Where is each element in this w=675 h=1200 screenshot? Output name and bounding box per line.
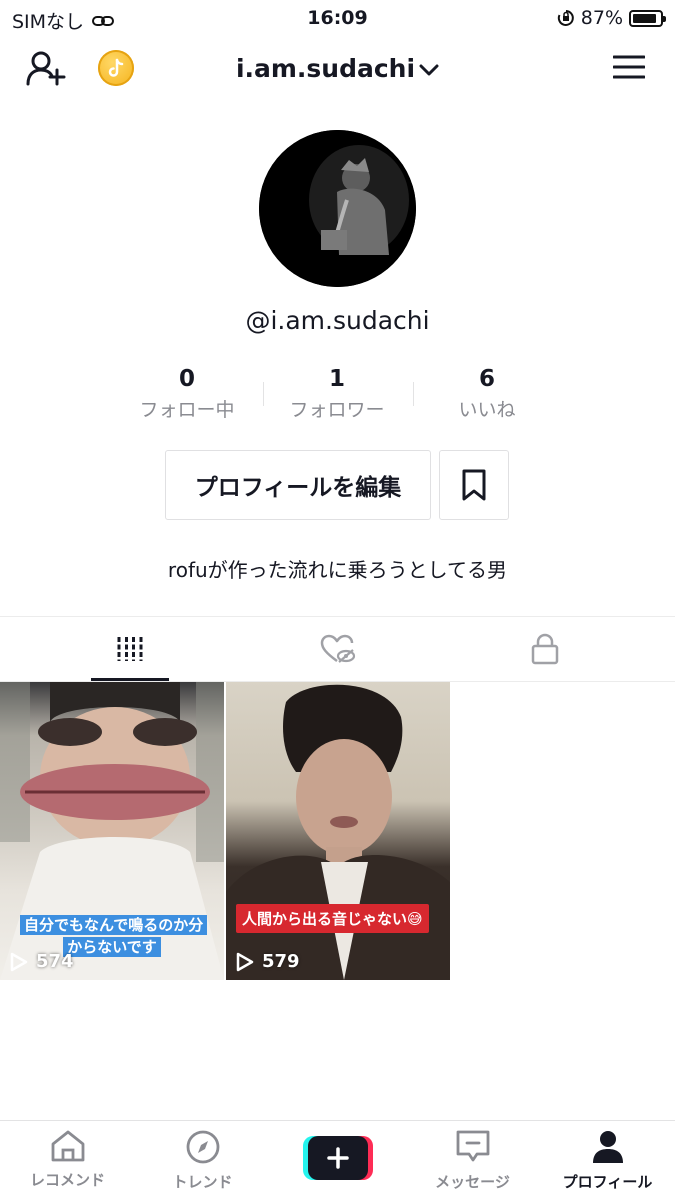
followers-label: フォロワー bbox=[289, 399, 385, 421]
tab-private[interactable] bbox=[432, 617, 657, 681]
menu-icon[interactable] bbox=[613, 54, 645, 80]
username-switcher[interactable]: i.am.sudachi bbox=[0, 54, 675, 83]
content-tabs bbox=[0, 616, 675, 682]
followers-count: 1 bbox=[328, 366, 345, 392]
likes-label: いいね bbox=[458, 399, 516, 421]
video-frame-image bbox=[226, 684, 450, 980]
username: i.am.sudachi bbox=[235, 54, 416, 83]
grid-icon bbox=[117, 637, 142, 661]
play-icon bbox=[10, 952, 28, 971]
favorites-button[interactable] bbox=[439, 450, 509, 520]
avatar[interactable] bbox=[259, 130, 416, 287]
play-count: 574 bbox=[10, 951, 74, 972]
video-caption: 人間から出る音じゃない😅 bbox=[236, 904, 429, 933]
lock-icon bbox=[531, 633, 558, 665]
status-bar: SIMなし 16:09 87% bbox=[0, 0, 675, 36]
stat-likes[interactable]: 6 いいね bbox=[407, 366, 567, 422]
message-icon bbox=[456, 1130, 489, 1162]
profile-icon bbox=[592, 1131, 623, 1163]
play-count: 579 bbox=[236, 951, 300, 972]
nav-label: トレンド bbox=[172, 1173, 233, 1191]
profile-header: i.am.sudachi bbox=[0, 36, 675, 106]
video-thumbnail[interactable]: 人間から出る音じゃない😅 579 bbox=[226, 682, 450, 980]
following-label: フォロー中 bbox=[139, 399, 235, 421]
battery-icon bbox=[629, 9, 666, 27]
edit-profile-button[interactable]: プロフィールを編集 bbox=[165, 450, 431, 520]
active-tab-indicator bbox=[91, 678, 169, 681]
profile-stats: 0 フォロー中 1 フォロワー 6 いいね bbox=[0, 366, 675, 426]
create-plus-icon bbox=[327, 1147, 349, 1169]
battery-percent: 87% bbox=[580, 7, 623, 29]
nav-label: メッセージ bbox=[435, 1173, 510, 1191]
tab-liked[interactable] bbox=[225, 617, 450, 681]
compass-icon bbox=[186, 1130, 219, 1164]
nav-profile[interactable]: プロフィール bbox=[540, 1129, 675, 1192]
nav-messages[interactable]: メッセージ bbox=[405, 1129, 540, 1192]
nav-recommend[interactable]: レコメンド bbox=[0, 1129, 135, 1190]
likes-count: 6 bbox=[478, 366, 495, 392]
liked-hidden-icon bbox=[320, 634, 355, 663]
bookmark-icon bbox=[462, 469, 486, 501]
video-thumbnail[interactable]: 自分でもなんで鳴るのか分からないです 574 bbox=[0, 682, 224, 980]
following-count: 0 bbox=[178, 366, 195, 392]
profile-bio: rofuが作った流れに乗ろうとしてる男 bbox=[167, 558, 508, 582]
tab-videos[interactable] bbox=[17, 617, 242, 681]
nav-label: プロフィール bbox=[562, 1173, 653, 1191]
home-icon bbox=[51, 1130, 84, 1162]
profile-handle: @i.am.sudachi bbox=[245, 306, 430, 335]
chevron-down-icon bbox=[419, 64, 439, 76]
nav-trend[interactable]: トレンド bbox=[135, 1129, 270, 1192]
create-button[interactable] bbox=[303, 1136, 373, 1180]
bottom-nav: レコメンド トレンド メッセージ プロフィール bbox=[0, 1120, 675, 1200]
nav-label: レコメンド bbox=[29, 1171, 105, 1189]
rotation-lock-icon bbox=[557, 10, 574, 26]
stat-following[interactable]: 0 フォロー中 bbox=[107, 366, 267, 422]
stat-followers[interactable]: 1 フォロワー bbox=[257, 366, 417, 422]
play-icon bbox=[236, 952, 254, 971]
